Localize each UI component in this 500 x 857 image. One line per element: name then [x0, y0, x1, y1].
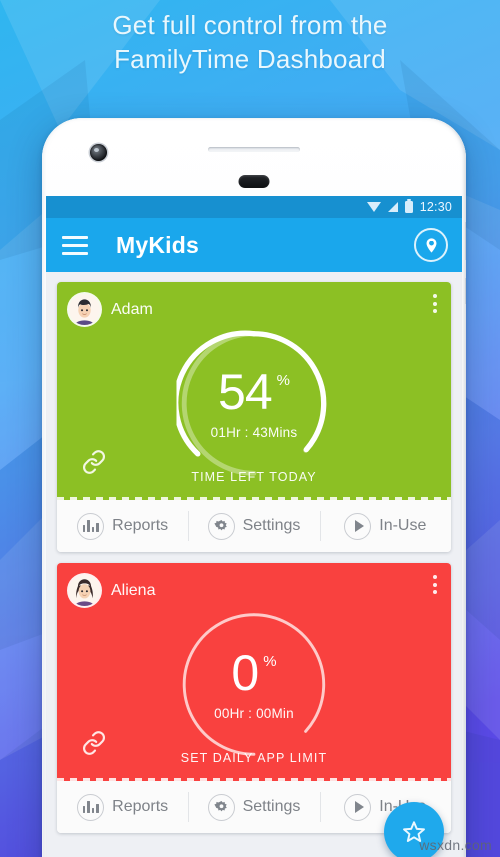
settings-button[interactable]: Settings [188, 500, 319, 552]
gear-icon [207, 512, 235, 540]
kid-card-aliena[interactable]: Aliena 0 % 00Hr: 00Min SET DAILY APP LI… [57, 563, 451, 781]
in-use-label: In-Use [379, 517, 427, 534]
headline-line-2: FamilyTime Dashboard [114, 44, 386, 74]
status-bar-icons [366, 198, 413, 213]
bar [87, 520, 90, 532]
settings-label: Settings [242, 517, 301, 534]
bar-chart-icon [77, 793, 105, 821]
watermark: wsxdn.com [419, 837, 492, 853]
hamburger-line [62, 251, 88, 255]
reports-label: Reports [112, 517, 169, 534]
percent-value: 54 [218, 364, 273, 420]
app-bar: MyKids [46, 218, 462, 272]
dot [433, 590, 437, 594]
settings-button[interactable]: Settings [188, 781, 319, 833]
phone-top-bezel [42, 118, 466, 196]
signal-icon [387, 202, 398, 212]
locate-button[interactable] [414, 228, 448, 262]
reports-button[interactable]: Reports [57, 500, 188, 552]
chain-link-icon[interactable] [81, 730, 107, 761]
dot [433, 294, 437, 298]
bar-chart-bars [82, 801, 99, 813]
headline-line-1: Get full control from the [112, 10, 388, 40]
hamburger-line [62, 243, 88, 247]
kid-card-adam[interactable]: Adam 54 % 01Hr: 43Mins TIME LEFT TODAY [57, 282, 451, 500]
in-use-button[interactable]: In-Use [319, 500, 451, 552]
card-actions-adam: Reports Settings In-Use [57, 500, 451, 552]
status-bar: 12:30 [46, 196, 462, 218]
time-remaining: 00Hr : 00Min [214, 706, 294, 721]
kid-card-block: Aliena 0 % 00Hr: 00Min SET DAILY APP LI… [57, 563, 451, 833]
percent-sign: % [263, 653, 277, 670]
time-remaining: 01Hr : 43Mins [210, 425, 298, 440]
hamburger-menu-icon[interactable] [62, 235, 88, 255]
dot [433, 575, 437, 579]
time-left-gauge: 54 % 01Hr : 43Mins [176, 326, 332, 481]
location-pin-icon [423, 237, 440, 254]
play-triangle [354, 520, 364, 532]
bar [95, 804, 99, 813]
dot [433, 309, 437, 313]
reports-button[interactable]: Reports [57, 781, 188, 833]
bar [82, 525, 86, 532]
status-bar-clock: 12:30 [419, 200, 452, 214]
phone-mockup: 12:30 MyKids Adam 54 % 01Hr: 43Mins TIM… [42, 118, 466, 857]
bar [95, 523, 99, 532]
gauge-caption: SET DAILY APP LIMIT [180, 751, 328, 765]
bar [91, 808, 95, 813]
kid-name: Aliena [111, 581, 156, 599]
percent-row: 0 % [231, 648, 276, 698]
time-left-gauge: 0 % 00Hr : 00Min [177, 607, 332, 762]
kid-card-header: Adam [57, 282, 451, 325]
gauge-readout: 54 % 01Hr : 43Mins [177, 326, 332, 481]
sensor-capsule [238, 175, 270, 188]
kid-card-header: Aliena [57, 563, 451, 606]
play-triangle [354, 801, 364, 813]
play-icon [344, 793, 372, 821]
boy-avatar [69, 294, 100, 325]
phone-volume-button [465, 278, 466, 304]
bar-chart-icon [77, 512, 105, 540]
chain-link-icon[interactable] [81, 449, 107, 480]
kid-card-block: Adam 54 % 01Hr: 43Mins TIME LEFT TODAY … [57, 282, 451, 552]
phone-power-button [465, 222, 466, 260]
bar [87, 801, 90, 813]
percent-value: 0 [231, 645, 259, 701]
bar-chart-bars [82, 520, 99, 532]
more-vertical-icon[interactable] [433, 575, 437, 594]
percent-row: 54 % [218, 367, 290, 417]
bar [91, 527, 95, 532]
gauge-caption: TIME LEFT TODAY [191, 470, 317, 484]
front-camera-icon [90, 144, 107, 161]
reports-label: Reports [112, 798, 169, 815]
gear-icon [207, 793, 235, 821]
phone-screen: 12:30 MyKids Adam 54 % 01Hr: 43Mins TIM… [46, 196, 462, 857]
bar [82, 806, 86, 813]
battery-icon [404, 198, 413, 213]
dashboard-content: Adam 54 % 01Hr: 43Mins TIME LEFT TODAY … [46, 272, 462, 833]
girl-avatar [69, 575, 100, 606]
gauge-readout: 0 % 00Hr : 00Min [177, 607, 332, 762]
settings-label: Settings [242, 798, 301, 815]
app-title: MyKids [116, 231, 199, 258]
promo-headline: Get full control from the FamilyTime Das… [0, 8, 500, 76]
earpiece-speaker [208, 147, 300, 152]
play-icon [344, 512, 372, 540]
dot [433, 301, 437, 306]
wifi-icon [366, 202, 381, 212]
dot [433, 582, 437, 587]
kid-name: Adam [111, 300, 153, 318]
hamburger-line [62, 235, 88, 239]
more-vertical-icon[interactable] [433, 294, 437, 313]
percent-sign: % [276, 372, 290, 389]
